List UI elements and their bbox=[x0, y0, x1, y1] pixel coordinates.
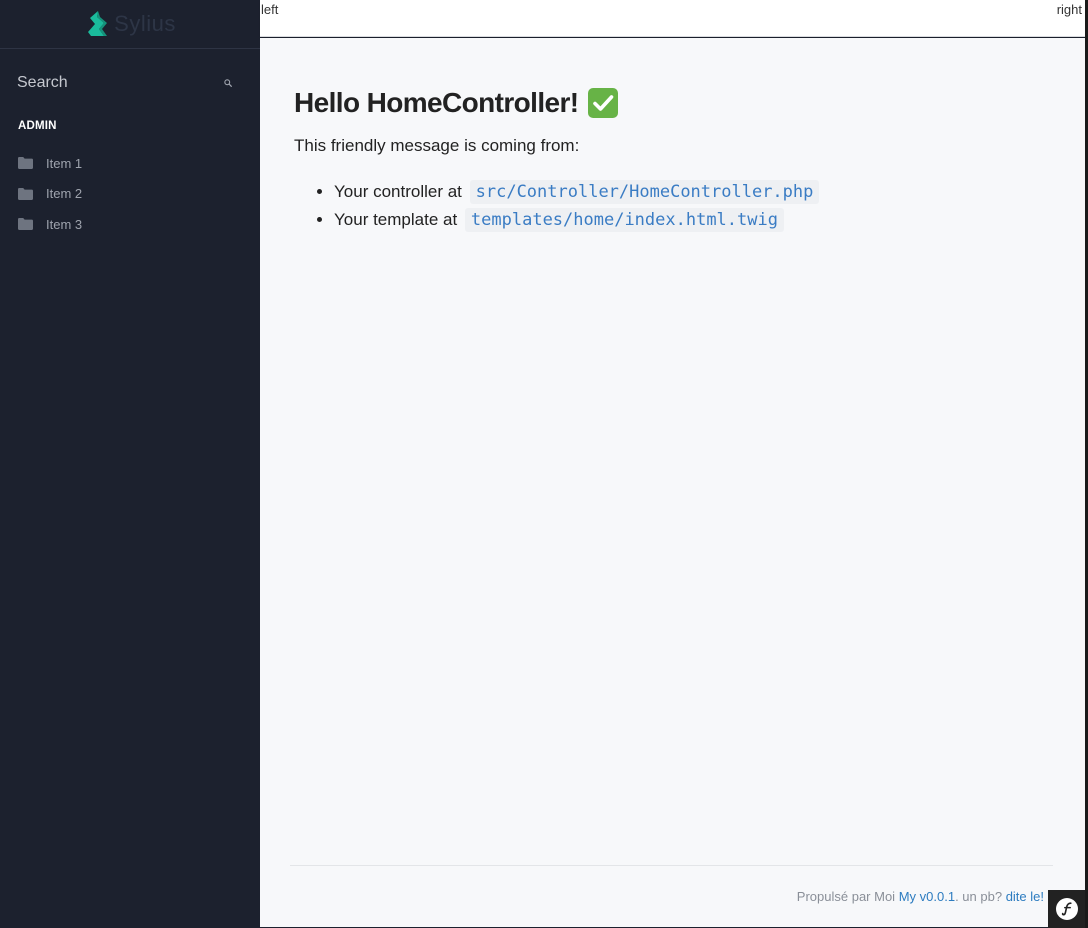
folder-icon bbox=[18, 218, 33, 231]
template-path-link[interactable]: templates/home/index.html.twig bbox=[464, 208, 784, 232]
sidebar-nav: Item 1 Item 2 Item 3 bbox=[0, 148, 260, 240]
folder-icon bbox=[18, 157, 33, 170]
topbar-right-text: right bbox=[1056, 2, 1082, 17]
nav-section-header: ADMIN bbox=[18, 120, 57, 132]
brand[interactable]: Sylius bbox=[0, 0, 260, 49]
sidebar-item-label: Item 2 bbox=[46, 186, 83, 202]
search-input[interactable] bbox=[17, 73, 224, 92]
page-title-text: Hello HomeController! bbox=[294, 87, 579, 118]
brand-name: Sylius bbox=[114, 11, 176, 36]
sidebar-item-label: Item 3 bbox=[46, 216, 83, 232]
sidebar-item-2[interactable]: Item 2 bbox=[0, 179, 260, 210]
check-mark-icon bbox=[587, 88, 618, 118]
footer-version-link[interactable]: My v0.0.1 bbox=[899, 889, 955, 904]
footer-prefix: Propulsé par Moi bbox=[796, 889, 896, 904]
list-item: Your controller at src/Controller/HomeCo… bbox=[334, 178, 1054, 206]
content-area: Hello HomeController! This friendly mess… bbox=[294, 86, 1054, 234]
sidebar: Sylius ADMIN Item 1 Item 2 Item 3 bbox=[0, 0, 260, 928]
page-title: Hello HomeController! bbox=[294, 86, 1054, 120]
top-bar: left right bbox=[260, 0, 1085, 37]
main-content: Hello HomeController! This friendly mess… bbox=[260, 38, 1085, 927]
footer-help-link[interactable]: dite le! bbox=[1006, 889, 1044, 904]
footer: Propulsé par Moi My v0.0.1. un pb? dite … bbox=[797, 889, 1044, 904]
symfony-logo-icon bbox=[1055, 898, 1078, 920]
folder-icon bbox=[18, 187, 33, 200]
info-list: Your controller at src/Controller/HomeCo… bbox=[294, 178, 1054, 234]
search-icon[interactable] bbox=[224, 75, 232, 91]
sidebar-item-label: Item 1 bbox=[46, 155, 83, 171]
footer-divider bbox=[290, 865, 1053, 866]
symfony-toolbar-button[interactable] bbox=[1048, 890, 1085, 928]
footer-middle: . un pb? bbox=[955, 889, 1003, 904]
list-item-prefix: Your template at bbox=[334, 210, 458, 229]
list-item-prefix: Your controller at bbox=[334, 182, 462, 201]
sidebar-item-1[interactable]: Item 1 bbox=[0, 148, 260, 179]
controller-path-link[interactable]: src/Controller/HomeController.php bbox=[469, 180, 820, 204]
sylius-logo-icon bbox=[88, 11, 108, 36]
list-item: Your template at templates/home/index.ht… bbox=[334, 206, 1054, 234]
intro-text: This friendly message is coming from: bbox=[294, 136, 580, 155]
sidebar-item-3[interactable]: Item 3 bbox=[0, 209, 260, 240]
topbar-left-text: left bbox=[261, 2, 279, 17]
search-bar bbox=[0, 49, 260, 117]
